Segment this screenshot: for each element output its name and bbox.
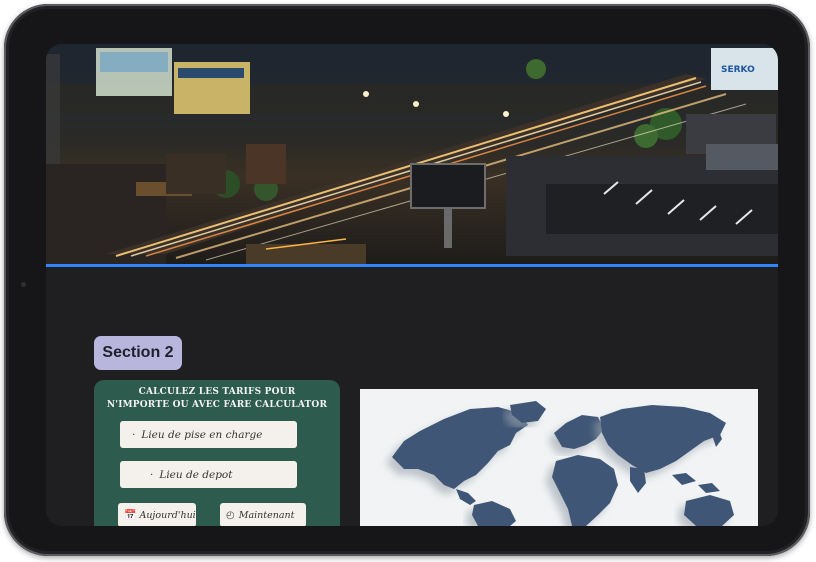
- today-button[interactable]: 📅 Aujourd'hui: [118, 503, 196, 526]
- pickup-location-field[interactable]: · Lieu de pise en charge: [120, 421, 297, 448]
- calculator-title: CALCULEZ LES TARIFS POUR N'IMPORTE OU AV…: [94, 386, 340, 412]
- bullet-icon: ·: [132, 428, 136, 441]
- world-map-illustration: [392, 401, 734, 526]
- now-label: Maintenant: [238, 509, 295, 521]
- dropoff-location-placeholder: Lieu de depot: [159, 468, 233, 481]
- now-button[interactable]: ◴ Maintenant: [220, 503, 306, 526]
- today-label: Aujourd'hui: [139, 509, 196, 521]
- tablet-frame: SERKO Section 2 CALCULEZ LES TARIFS POUR…: [4, 4, 810, 556]
- calculator-title-line2: N'IMPORTE OU AVEC FARE CALCULATOR: [106, 400, 328, 410]
- hero-city-illustration: SERKO: [46, 44, 778, 264]
- clock-icon: ◴: [226, 509, 235, 521]
- calendar-icon: 📅: [124, 509, 137, 521]
- fare-calculator-card: CALCULEZ LES TARIFS POUR N'IMPORTE OU AV…: [94, 380, 340, 526]
- bullet-icon: ·: [150, 468, 154, 481]
- calculator-title-line1: CALCULEZ LES TARIFS POUR: [138, 387, 296, 397]
- dropoff-location-field[interactable]: · Lieu de depot: [120, 461, 297, 488]
- camera-dot: [21, 282, 26, 287]
- hero-image: SERKO: [46, 44, 778, 267]
- screen: SERKO Section 2 CALCULEZ LES TARIFS POUR…: [46, 44, 778, 526]
- section-badge: Section 2: [94, 336, 182, 370]
- billboard-text: SERKO: [721, 65, 755, 75]
- world-map-image: [360, 389, 758, 526]
- pickup-location-placeholder: Lieu de pise en charge: [141, 428, 263, 441]
